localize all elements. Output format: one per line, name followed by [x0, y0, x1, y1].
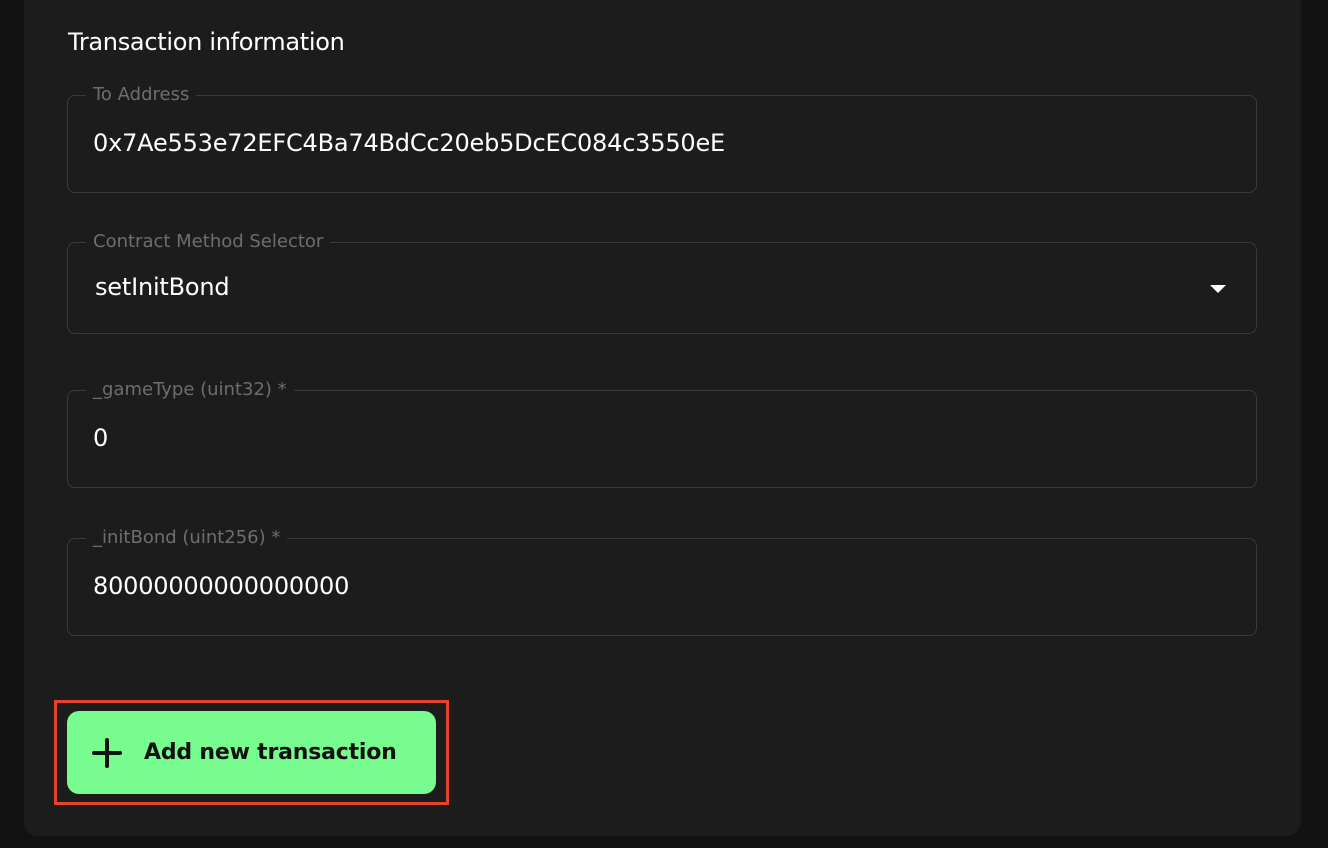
to-address-field[interactable]: To Address 0x7Ae553e72EFC4Ba74BdCc20eb5D…: [67, 83, 1257, 193]
add-new-transaction-button[interactable]: Add new transaction: [67, 711, 436, 794]
contract-method-value[interactable]: setInitBond: [95, 273, 230, 301]
dropdown-caret-icon[interactable]: [1210, 285, 1226, 293]
init-bond-input[interactable]: 80000000000000000: [93, 572, 349, 600]
add-new-transaction-label: Add new transaction: [144, 740, 397, 765]
plus-icon: [92, 737, 122, 768]
to-address-input[interactable]: 0x7Ae553e72EFC4Ba74BdCc20eb5DcEC084c3550…: [93, 129, 725, 157]
init-bond-label: _initBond (uint256) *: [86, 526, 288, 550]
contract-method-label: Contract Method Selector: [86, 230, 331, 254]
to-address-label: To Address: [86, 83, 197, 107]
game-type-label: _gameType (uint32) *: [86, 378, 294, 402]
contract-method-select[interactable]: Contract Method Selector setInitBond: [67, 230, 1257, 334]
section-title: Transaction information: [68, 28, 345, 56]
init-bond-field[interactable]: _initBond (uint256) * 80000000000000000: [67, 526, 1257, 636]
game-type-field[interactable]: _gameType (uint32) * 0: [67, 378, 1257, 488]
game-type-input[interactable]: 0: [93, 424, 108, 452]
